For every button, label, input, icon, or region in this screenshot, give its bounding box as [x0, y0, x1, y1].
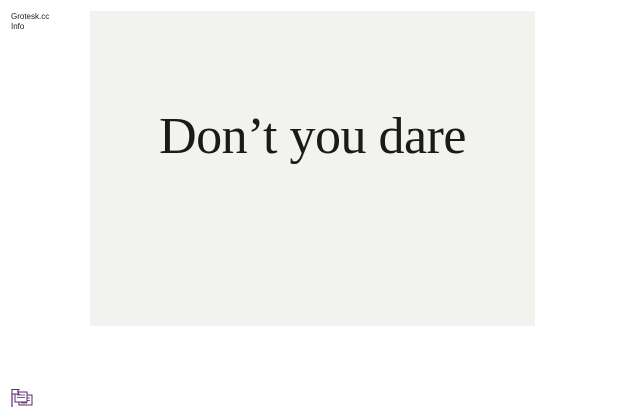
- site-name-link[interactable]: Grotesk.cc: [11, 12, 49, 21]
- top-nav: Grotesk.cc Info: [11, 12, 49, 31]
- info-link[interactable]: Info: [11, 22, 49, 31]
- flag-stack-icon-graphic: [11, 389, 33, 407]
- flag-stack-icon[interactable]: [10, 388, 36, 408]
- hero-headline: Don’t you dare: [159, 108, 466, 166]
- hero-card: Don’t you dare: [90, 11, 535, 326]
